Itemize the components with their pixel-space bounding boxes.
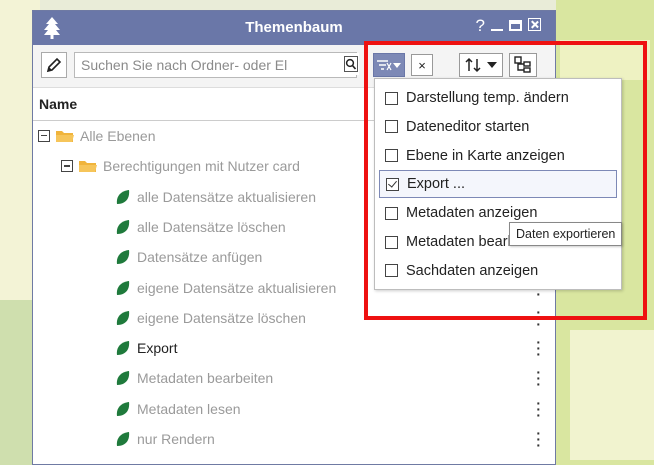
sort-icon (465, 57, 481, 73)
tree-item-label: Metadaten lesen (137, 400, 241, 417)
layer-icon (116, 189, 130, 204)
filter-menu-item-label: Metadaten anzeigen (406, 205, 538, 222)
kebab-menu-icon[interactable]: ··· (536, 335, 541, 361)
kebab-menu-icon[interactable]: ··· (536, 305, 541, 331)
tree-layer-row[interactable]: eigene Datensätze löschen · · · (33, 303, 555, 333)
tree-layer-row[interactable]: Metadaten lesen · · · (33, 394, 555, 424)
search-icon (344, 56, 358, 72)
tree-item-label: eigene Datensätze löschen (137, 309, 306, 326)
tree-layer-row[interactable]: nur Rendern · · · (33, 424, 555, 454)
layer-icon (116, 432, 130, 446)
tree-item-label: alle Datensätze löschen (137, 218, 286, 235)
layer-icon (116, 280, 130, 295)
search-input[interactable] (74, 52, 357, 78)
kebab-menu-icon[interactable]: ··· (536, 365, 541, 391)
kebab-menu-icon[interactable]: ··· (536, 426, 541, 452)
checkbox-icon[interactable] (385, 91, 398, 105)
help-button[interactable]: ? (476, 16, 485, 36)
filter-icon (377, 60, 401, 71)
tree-item-label: Metadaten bearbeiten (137, 370, 274, 387)
tooltip: Daten exportieren (509, 222, 623, 246)
layer-icon (116, 371, 130, 386)
filter-menu-item-label: Ebene in Karte anzeigen (406, 147, 565, 164)
filter-menu-item[interactable]: Dateneditor starten (375, 113, 621, 141)
close-icon (528, 18, 541, 31)
minimize-button[interactable] (491, 16, 503, 36)
tree-view-button[interactable] (509, 53, 537, 77)
checkbox-icon[interactable] (385, 149, 398, 163)
filter-menu: Darstellung temp. ändern Dateneditor star… (374, 78, 622, 290)
collapse-icon[interactable] (38, 130, 50, 142)
minimize-icon (491, 19, 503, 31)
filter-menu-item-label: Dateneditor starten (406, 118, 530, 135)
layer-icon (116, 341, 130, 356)
tree-item-label: nur Rendern (137, 431, 215, 447)
layer-icon (116, 310, 130, 325)
tree-item-label: alle Datensätze aktualisieren (137, 188, 316, 205)
tree-item-label: Export (137, 340, 178, 357)
layer-icon (116, 250, 130, 265)
filter-menu-item[interactable]: Export ... (379, 170, 617, 199)
filter-menu-item[interactable]: Sachdaten anzeigen (375, 257, 621, 285)
filter-menu-item-label: Sachdaten anzeigen (406, 262, 539, 279)
tree-structure-icon (514, 56, 531, 73)
kebab-menu-icon[interactable]: ··· (536, 396, 541, 422)
sort-button[interactable] (459, 53, 503, 77)
collapse-icon[interactable] (61, 160, 73, 173)
checkbox-icon[interactable] (385, 206, 398, 220)
layer-icon (116, 219, 130, 234)
filter-menu-item-label: Darstellung temp. ändern (406, 90, 569, 106)
folder-icon (79, 160, 97, 172)
tree-layer-row[interactable]: Export · · · (33, 333, 555, 363)
filter-menu-item-label: Export ... (407, 176, 466, 193)
tree-item-label: eigene Datensätze aktualisieren (137, 279, 337, 296)
window-titlebar: Themenbaum ? (33, 11, 555, 45)
chevron-down-icon (487, 62, 497, 68)
pencil-icon (46, 57, 62, 73)
folder-icon (56, 130, 74, 142)
checkbox-icon[interactable] (385, 120, 398, 134)
close-button[interactable] (528, 16, 541, 36)
clear-filter-button[interactable]: × (411, 54, 433, 76)
search-button[interactable] (343, 53, 359, 75)
layer-icon (116, 401, 130, 416)
tree-layer-row[interactable]: Metadaten bearbeiten · · · (33, 363, 555, 393)
tree-item-label: Berechtigungen mit Nutzer card (103, 158, 300, 175)
edit-button[interactable] (41, 52, 67, 78)
column-name-label: Name (39, 96, 78, 112)
maximize-button[interactable] (509, 16, 522, 36)
checkbox-icon[interactable] (385, 235, 398, 249)
checkbox-checked-icon[interactable] (386, 177, 399, 191)
maximize-icon (509, 20, 522, 31)
tree-item-label: Datensätze anfügen (137, 249, 263, 266)
checkbox-icon[interactable] (385, 264, 398, 278)
filter-menu-item[interactable]: Darstellung temp. ändern (375, 84, 621, 112)
filter-menu-item[interactable]: Ebene in Karte anzeigen (375, 142, 621, 170)
tree-item-label: Alle Ebenen (80, 128, 156, 144)
filter-button[interactable] (373, 53, 405, 77)
